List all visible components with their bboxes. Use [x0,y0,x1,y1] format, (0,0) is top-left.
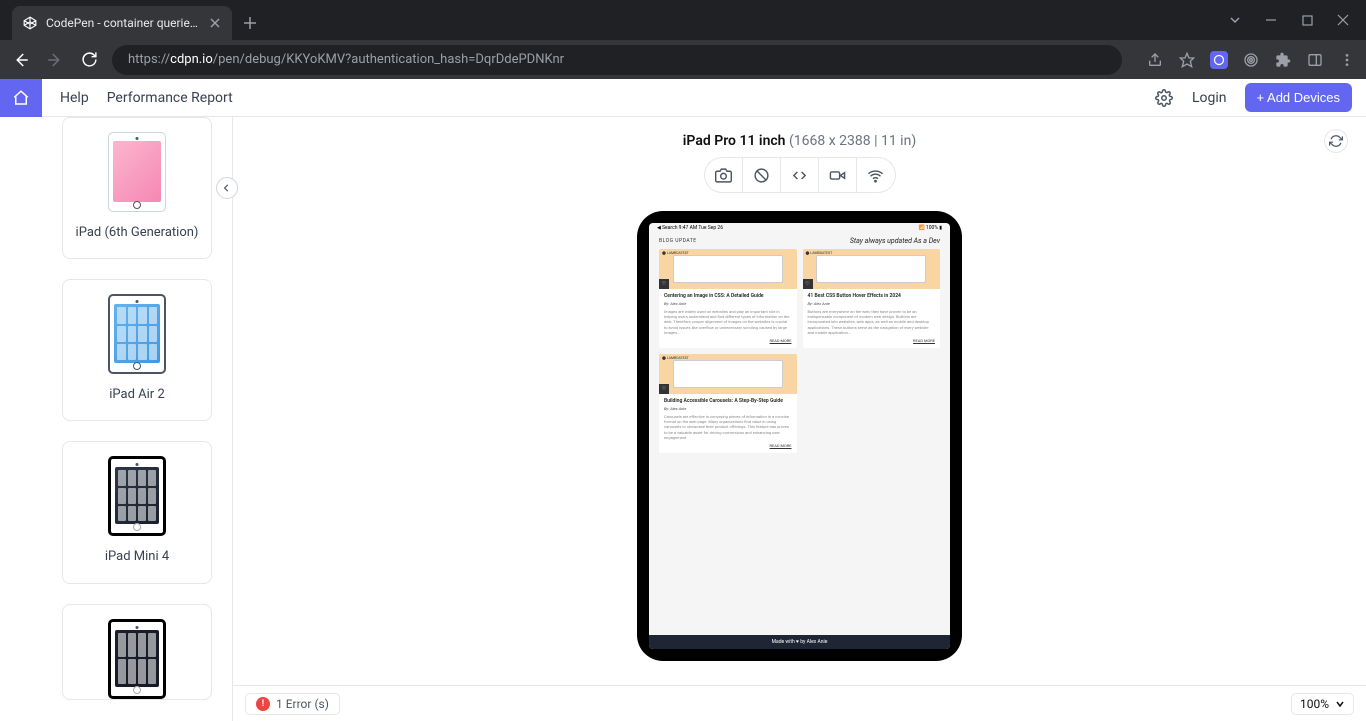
refresh-device-button[interactable] [1324,129,1348,153]
rotate-button[interactable] [743,158,781,192]
login-link[interactable]: Login [1192,90,1227,106]
close-tab-icon[interactable] [208,16,222,30]
read-more-link[interactable]: READ MORE [664,443,792,448]
back-button[interactable] [10,49,32,71]
chevron-down-icon[interactable] [1227,12,1243,28]
help-link[interactable]: Help [60,90,89,106]
share-icon[interactable] [1146,51,1164,69]
browserstack-ext-icon[interactable] [1242,51,1260,69]
card-title: Centering an Image in CSS: A Detailed Gu… [664,293,792,299]
ipad-device-frame: ◀ Search 9:47 AM Tue Sep 26 📶 100% ▮ BLO… [637,211,962,661]
tab-title: CodePen - container queries Exa [46,16,200,30]
extensions-icon[interactable] [1274,51,1292,69]
heart-icon[interactable]: ♡ [659,384,669,394]
error-icon: ! [256,697,270,711]
record-button[interactable] [819,158,857,192]
collapse-sidebar-button[interactable] [216,177,238,199]
status-bar-right: 📶 100% ▮ [918,225,942,231]
add-devices-button[interactable]: + Add Devices [1245,83,1352,112]
heart-icon[interactable]: ♡ [803,279,813,289]
chevron-down-icon [1335,699,1345,709]
browser-tab[interactable]: CodePen - container queries Exa [12,6,232,40]
new-tab-button[interactable] [236,9,264,37]
codepen-favicon-icon [22,15,38,31]
card-author: By: Alex Anie [664,406,792,411]
bookmark-star-icon[interactable] [1178,51,1196,69]
device-label: iPad Mini 4 [105,548,169,566]
card-author: By: Alex Anie [808,301,936,306]
page-footer: Made with ♥ by Alex Anie [649,635,950,649]
card-desc: Buttons are everywhere on the web; they … [808,309,936,335]
card-desc: Carousels are effective in conveying pie… [664,414,792,440]
device-title: iPad Pro 11 inch (1668 x 2388 | 11 in) [233,117,1366,157]
card-author: By: Alex Anie [664,301,792,306]
minimize-icon[interactable] [1263,12,1279,28]
zoom-selector[interactable]: 100% [1291,693,1354,715]
reload-button[interactable] [78,49,100,71]
error-chip[interactable]: ! 1 Error (s) [245,693,340,715]
lambdatest-ext-icon[interactable] [1210,51,1228,69]
url-host: cdpn.io [170,52,213,67]
devtools-button[interactable] [781,158,819,192]
error-count: 1 Error (s) [276,697,329,711]
wifi-button[interactable] [857,158,895,192]
card-desc: Images are widely used on websites and p… [664,309,792,335]
side-panel-icon[interactable] [1306,51,1324,69]
close-window-icon[interactable] [1335,12,1351,28]
blog-card[interactable]: ⬤ LAMBDATEST♡ Building Accessible Carous… [659,354,797,453]
blog-update-label: BLOG UPDATE [659,238,697,244]
settings-gear-icon[interactable] [1154,88,1174,108]
device-card-partial[interactable] [62,604,212,700]
device-card-ipad-mini-4[interactable]: iPad Mini 4 [62,441,212,583]
device-label: iPad (6th Generation) [76,224,199,242]
read-more-link[interactable]: READ MORE [808,338,936,343]
blog-card[interactable]: ⬤ LAMBDATEST♡ 41 Best CSS Button Hover E… [803,249,941,348]
device-card-ipad-air-2[interactable]: iPad Air 2 [62,279,212,421]
ipad-screen[interactable]: ◀ Search 9:47 AM Tue Sep 26 📶 100% ▮ BLO… [649,223,950,649]
status-bar-left: ◀ Search 9:47 AM Tue Sep 26 [657,225,723,231]
heart-icon[interactable]: ♡ [659,279,669,289]
card-title: 41 Best CSS Button Hover Effects in 2024 [808,293,936,299]
read-more-link[interactable]: READ MORE [664,338,792,343]
blog-tagline: Stay always updated As a Dev [850,237,940,245]
url-path: /pen/debug/KKYoKMV?authentication_hash=D… [213,52,564,67]
address-bar[interactable]: https://cdpn.io/pen/debug/KKYoKMV?authen… [112,45,1122,75]
forward-button[interactable] [44,49,66,71]
zoom-value: 100% [1300,697,1329,711]
performance-report-link[interactable]: Performance Report [107,90,233,106]
maximize-icon[interactable] [1299,12,1315,28]
blog-card[interactable]: ⬤ LAMBDATEST♡ Centering an Image in CSS:… [659,249,797,348]
card-title: Building Accessible Carousels: A Step-By… [664,398,792,404]
device-label: iPad Air 2 [109,386,165,404]
menu-dots-icon[interactable] [1338,51,1356,69]
url-pre: https:// [128,52,170,67]
screenshot-button[interactable] [705,158,743,192]
home-icon[interactable] [0,79,42,117]
device-card-ipad-6th[interactable]: iPad (6th Generation) [62,117,212,259]
